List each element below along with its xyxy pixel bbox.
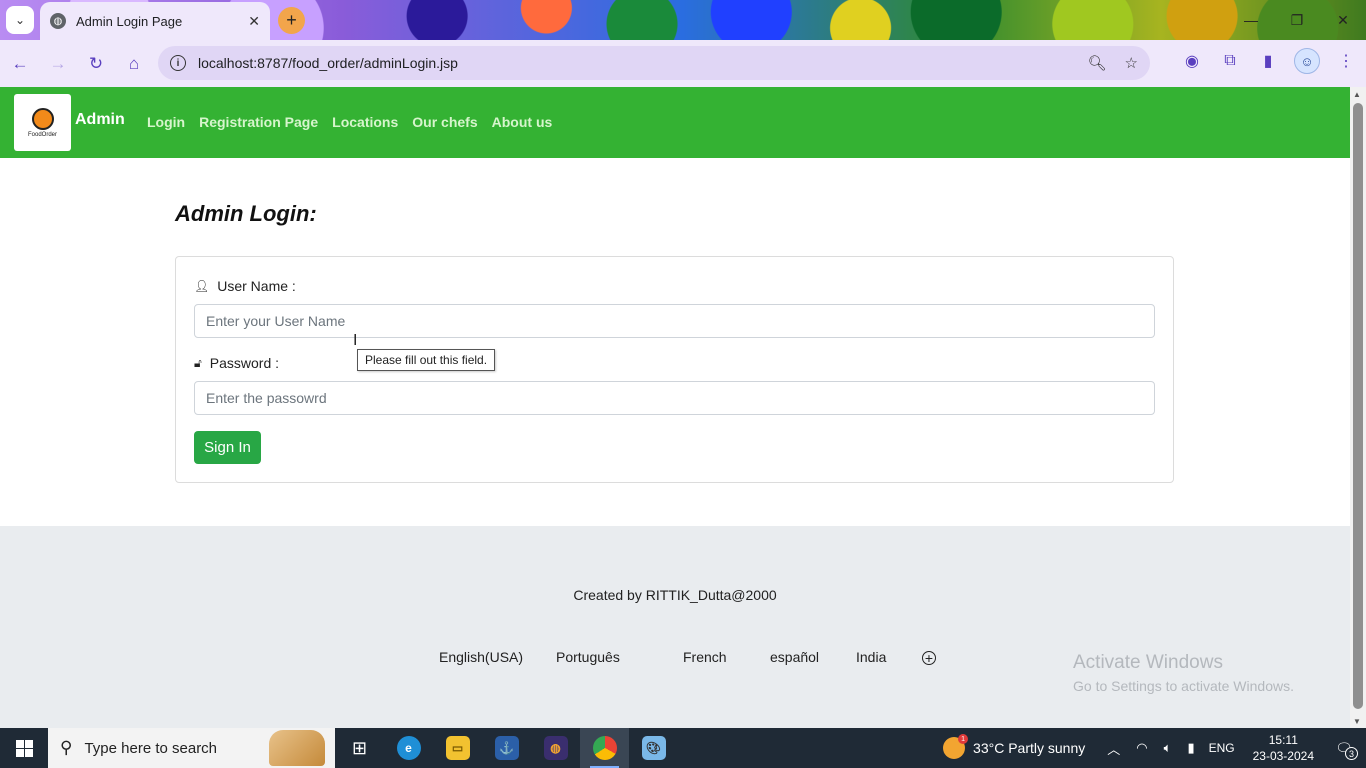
weather-badge: 1 (958, 734, 969, 744)
globe-icon: ◍ (50, 13, 66, 29)
chevron-up-icon[interactable]: ︿ (1107, 739, 1120, 758)
weather-text[interactable]: 33°C Partly sunny (973, 740, 1085, 756)
back-arrow-icon[interactable]: ← (2, 46, 38, 82)
windows-logo-icon (15, 739, 33, 757)
input-language[interactable]: ENG (1209, 741, 1235, 755)
site-navbar: FoodOrder Admin Login Registration Page … (0, 87, 1350, 158)
lang-spanish[interactable]: español (770, 649, 819, 665)
mysql-workbench-icon[interactable]: ⚓ (482, 728, 531, 768)
edge-browser-icon[interactable]: e (384, 728, 433, 768)
minimize-icon[interactable]: — (1228, 0, 1274, 40)
nav-link-registration[interactable]: Registration Page (199, 114, 318, 130)
brand-name[interactable]: Admin (75, 111, 125, 129)
search-icon: ⚲ (60, 738, 73, 757)
lang-french[interactable]: French (683, 649, 727, 665)
password-label: 🔓︎ Password : (194, 355, 279, 371)
new-tab-button[interactable]: + (278, 7, 305, 34)
toolbar-extensions: ◉ ⧉ ▮ ☺ ⋮ (1180, 48, 1358, 74)
close-icon[interactable]: ✕ (248, 13, 260, 30)
reload-icon[interactable]: ↻ (78, 46, 114, 82)
forward-arrow-icon[interactable]: → (40, 46, 76, 82)
scroll-thumb[interactable] (1353, 103, 1363, 709)
windows-taskbar: ⚲ Type here to search ⊞ e ▭ ⚓ ◍ 🎨︎ 1 33°… (0, 728, 1366, 768)
file-explorer-icon[interactable]: ▭ (433, 728, 482, 768)
taskbar-search-placeholder: Type here to search (84, 739, 218, 757)
tab-title: Admin Login Page (76, 13, 183, 29)
notification-count: 3 (1345, 747, 1358, 760)
clock[interactable]: 15:11 23-03-2024 (1253, 732, 1314, 764)
start-button[interactable] (0, 728, 48, 768)
browser-tab-active[interactable]: ◍ Admin Login Page ✕ (40, 2, 270, 40)
logo-emblem (31, 107, 54, 130)
nav-link-locations[interactable]: Locations (332, 114, 398, 130)
validation-tooltip: Please fill out this field. (357, 349, 496, 371)
tab-search-button[interactable]: ⌄ (6, 6, 34, 34)
logo-text: FoodOrder (27, 131, 57, 138)
browser-toolbar: ← → ↻ ⌂ i localhost:8787/food_order/admi… (0, 40, 1366, 87)
paint-app-icon[interactable]: 🎨︎ (629, 728, 678, 768)
weather-icon[interactable]: 1 (943, 734, 969, 759)
username-input[interactable] (194, 304, 1155, 338)
password-input[interactable] (194, 381, 1155, 415)
text-cursor-icon: I (353, 332, 358, 349)
user-icon: 👤︎ (194, 279, 210, 293)
password-label-text: Password : (209, 355, 280, 371)
chrome-browser-icon[interactable] (580, 728, 629, 768)
home-icon[interactable]: ⌂ (116, 46, 152, 82)
microphone-icon[interactable]: ▮ (1187, 740, 1194, 756)
lang-portuguese[interactable]: Português (556, 649, 620, 665)
footer-credit: Created by RITTIK_Dutta@2000 (573, 587, 777, 603)
search-highlight-image (269, 730, 325, 766)
notification-icon[interactable]: 🗨︎ 3 (1322, 728, 1366, 768)
wifi-icon[interactable]: ◠ (1136, 740, 1147, 756)
lang-english[interactable]: English(USA) (439, 649, 523, 665)
window-controls: — ❐ ✕ (1228, 0, 1366, 40)
taskbar-search[interactable]: ⚲ Type here to search (48, 728, 335, 768)
activate-windows-watermark: Activate Windows Go to Settings to activ… (1073, 652, 1294, 694)
login-form-card: 👤︎ User Name : 🔓︎ Password : Please fill… (175, 256, 1174, 483)
address-url[interactable]: localhost:8787/food_order/adminLogin.jsp (198, 55, 1070, 71)
page-title: Admin Login: (175, 201, 317, 226)
username-label-text: User Name : (217, 278, 296, 294)
lock-icon: 🔓︎ (194, 355, 202, 370)
clock-time: 15:11 (1268, 733, 1298, 747)
zoom-icon[interactable]: 🔍︎ (1088, 54, 1107, 72)
nav-link-login[interactable]: Login (147, 114, 185, 130)
address-bar[interactable]: i localhost:8787/food_order/adminLogin.j… (158, 46, 1150, 80)
watermark-title: Activate Windows (1073, 652, 1223, 673)
site-footer: Created by RITTIK_Dutta@2000 English(USA… (0, 526, 1350, 728)
taskbar-apps: ⊞ e ▭ ⚓ ◍ 🎨︎ (335, 728, 678, 768)
page-scrollbar[interactable]: ▲ ▼ (1350, 87, 1366, 728)
browser-tab-strip: ⌄ ◍ Admin Login Page ✕ + — ❐ ✕ (0, 0, 1366, 40)
sign-in-button[interactable]: Sign In (194, 431, 261, 464)
lang-india[interactable]: India (856, 649, 886, 665)
page-viewport: FoodOrder Admin Login Registration Page … (0, 87, 1350, 728)
side-panel-icon[interactable]: ▮ (1256, 49, 1280, 73)
bookmark-star-icon[interactable]: ☆ (1125, 54, 1138, 72)
username-label: 👤︎ User Name : (194, 278, 296, 294)
scroll-up-arrow-icon[interactable]: ▲ (1353, 90, 1361, 99)
extensions-puzzle-icon[interactable]: ⧉ (1218, 49, 1242, 73)
profile-avatar[interactable]: ☺ (1294, 48, 1320, 74)
watermark-subtitle: Go to Settings to activate Windows. (1073, 678, 1294, 694)
nav-link-chefs[interactable]: Our chefs (412, 114, 477, 130)
speaker-icon[interactable]: 🔈︎ (1164, 740, 1172, 756)
nav-links: Login Registration Page Locations Our ch… (147, 114, 552, 130)
site-info-icon[interactable]: i (170, 55, 186, 71)
clock-date: 23-03-2024 (1252, 749, 1314, 763)
window-close-icon[interactable]: ✕ (1320, 0, 1366, 40)
add-language-icon[interactable]: + (922, 651, 936, 665)
nav-link-about[interactable]: About us (492, 114, 553, 130)
brand-logo[interactable]: FoodOrder (14, 94, 71, 151)
maximize-icon[interactable]: ❐ (1274, 0, 1320, 40)
more-menu-icon[interactable]: ⋮ (1334, 49, 1358, 73)
task-view-icon[interactable]: ⊞ (335, 728, 384, 768)
eclipse-ide-icon[interactable]: ◍ (531, 728, 580, 768)
scroll-down-arrow-icon[interactable]: ▼ (1353, 717, 1361, 726)
extension-shield-icon[interactable]: ◉ (1180, 49, 1204, 73)
system-tray: 1 33°C Partly sunny ︿ ◠ 🔈︎ ▮ ENG 15:11 2… (943, 728, 1366, 768)
